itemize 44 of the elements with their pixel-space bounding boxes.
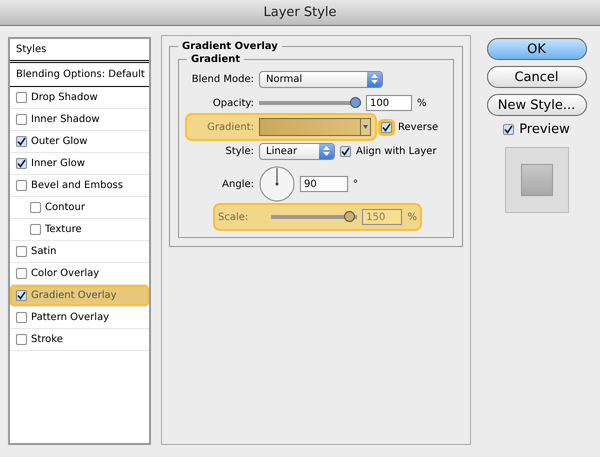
field-label: Angle: bbox=[221, 178, 254, 190]
checkbox[interactable] bbox=[30, 224, 41, 235]
field-label: Opacity: bbox=[212, 98, 254, 108]
field-label: Scale: bbox=[218, 212, 248, 222]
checkbox[interactable] bbox=[16, 136, 27, 147]
checkbox[interactable] bbox=[16, 180, 27, 191]
preview-thumbnail bbox=[504, 147, 568, 213]
checkbox[interactable] bbox=[16, 92, 27, 103]
group-title: Gradient Overlay bbox=[181, 41, 279, 52]
field-label: Blend Mode: bbox=[190, 74, 254, 84]
checkbox[interactable] bbox=[16, 312, 27, 323]
gradient-picker[interactable] bbox=[259, 118, 371, 136]
angle-dial[interactable] bbox=[259, 166, 295, 202]
style-item[interactable]: Gradient Overlay bbox=[10, 285, 149, 307]
angle-field[interactable]: 90 bbox=[300, 176, 348, 192]
checkbox[interactable] bbox=[16, 290, 27, 301]
unit-label: ° bbox=[353, 178, 358, 190]
preview-checkbox[interactable] bbox=[503, 124, 514, 135]
style-select[interactable]: Linear bbox=[259, 142, 335, 160]
dialog-button[interactable]: Cancel bbox=[486, 66, 586, 88]
field-label: Style: bbox=[224, 146, 254, 156]
list-header[interactable]: Styles bbox=[10, 39, 149, 63]
dialog-button[interactable]: OK bbox=[486, 38, 586, 60]
opacity-field[interactable]: 100 bbox=[366, 95, 412, 111]
blend-mode-select[interactable]: Normal bbox=[259, 70, 383, 88]
checkbox[interactable] bbox=[30, 202, 41, 213]
dialog-button[interactable]: New Style... bbox=[486, 94, 586, 116]
field-label: Gradient: bbox=[206, 122, 254, 132]
checkbox[interactable] bbox=[16, 158, 27, 169]
stepper-arrows-icon bbox=[323, 146, 330, 156]
checkbox-label: Align with Layer bbox=[356, 146, 437, 156]
checkbox[interactable] bbox=[16, 334, 27, 345]
unit-label: % bbox=[417, 98, 427, 108]
checkbox[interactable] bbox=[16, 246, 27, 257]
checkbox[interactable] bbox=[16, 114, 27, 125]
stepper-arrows-icon bbox=[371, 74, 378, 84]
align-checkbox[interactable] bbox=[340, 146, 351, 156]
unit-label: % bbox=[407, 212, 417, 222]
checkbox-label: Reverse bbox=[398, 122, 438, 132]
window-title: Layer Style bbox=[0, 0, 600, 26]
checkbox[interactable] bbox=[16, 268, 27, 279]
group-title: Gradient bbox=[190, 54, 242, 65]
checkbox-label: Preview bbox=[519, 122, 570, 137]
caret-icon bbox=[363, 125, 368, 129]
